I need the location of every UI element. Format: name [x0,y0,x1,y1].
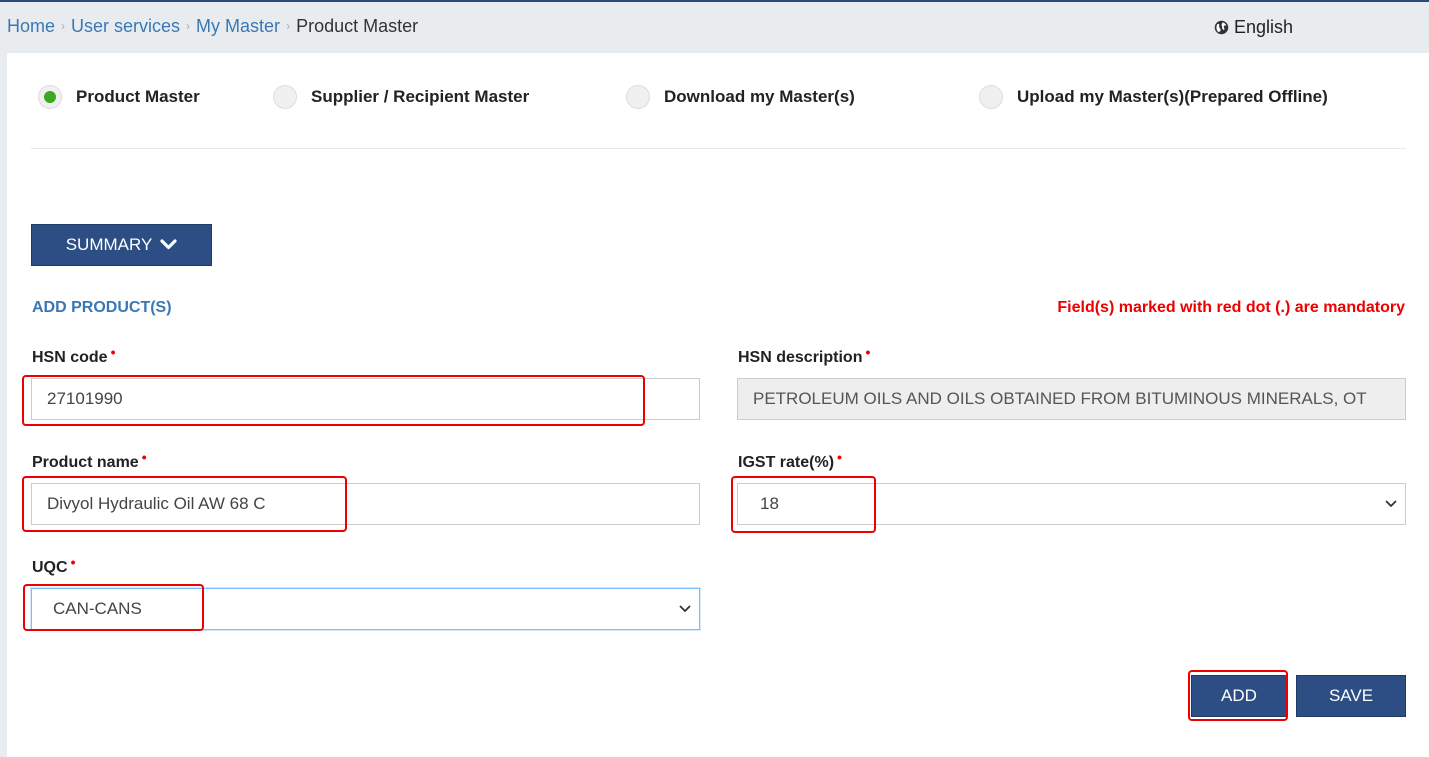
language-label: English [1234,17,1294,37]
breadcrumb-separator-icon: › [61,19,66,33]
product-name-label: Product name • [32,449,147,472]
radio-product-master[interactable]: Product Master [38,84,200,110]
radio-supplier-recipient-master[interactable]: Supplier / Recipient Master [273,84,529,110]
top-accent-line [0,0,1429,2]
breadcrumb: Home › User services › My Master › Product Mas… [7,16,418,37]
igst-rate-select[interactable]: 18 [737,483,1406,525]
hsn-description-label: HSN description • [738,344,870,367]
product-name-label-text: Product name [32,454,139,471]
radio-dot [44,91,56,103]
radio-label: Product Master [76,87,200,106]
radio-download-master[interactable]: Download my Master(s) [626,84,855,110]
uqc-label-text: UQC [32,559,68,576]
globe-icon [1214,20,1229,35]
summary-button-label: SUMMARY [65,235,153,254]
hsn-description-value: PETROLEUM OILS AND OILS OBTAINED FROM BI… [753,389,1367,408]
hsn-description-input: PETROLEUM OILS AND OILS OBTAINED FROM BI… [737,378,1406,420]
radio-upload-master[interactable]: Upload my Master(s)(Prepared Offline) [979,84,1328,110]
mandatory-note: Field(s) marked with red dot (.) are man… [1057,299,1405,316]
product-name-input[interactable]: Divyol Hydraulic Oil AW 68 C [31,483,700,525]
uqc-label: UQC • [32,554,75,577]
chevron-down-icon [1385,500,1397,507]
section-title: ADD PRODUCT(S) [32,299,172,316]
save-button[interactable]: SAVE [1296,675,1406,717]
summary-button[interactable]: SUMMARY [31,224,212,266]
igst-rate-value: 18 [760,494,779,513]
hsn-description-label-text: HSN description [738,349,863,366]
required-dot: • [141,449,147,465]
left-edge [0,53,7,757]
chevron-down-icon [679,605,691,612]
required-dot: • [865,344,871,360]
radio-label: Download my Master(s) [664,87,855,106]
chevron-down-icon [160,239,177,250]
igst-rate-label: IGST rate(%) • [738,449,842,472]
breadcrumb-user-services[interactable]: User services [71,16,180,36]
breadcrumb-my-master[interactable]: My Master [196,16,280,36]
uqc-value: CAN-CANS [53,599,142,618]
radio-circle[interactable] [273,85,297,109]
language-selector[interactable]: English [1214,17,1293,38]
divider [31,148,1406,149]
breadcrumb-current: Product Master [296,16,419,36]
radio-circle-checked[interactable] [38,85,62,109]
radio-circle[interactable] [626,85,650,109]
breadcrumb-separator-icon: › [286,19,291,33]
breadcrumb-separator-icon: › [186,19,191,33]
add-button-label: ADD [1221,686,1257,705]
required-dot: • [110,344,116,360]
required-dot: • [70,554,76,570]
add-button[interactable]: ADD [1191,675,1287,717]
hsn-code-input[interactable]: 27101990 [31,378,700,420]
save-button-label: SAVE [1328,686,1374,705]
uqc-select[interactable]: CAN-CANS [31,588,700,630]
igst-rate-label-text: IGST rate(%) [738,454,835,471]
radio-circle[interactable] [979,85,1003,109]
product-name-value: Divyol Hydraulic Oil AW 68 C [47,494,266,513]
radio-label: Supplier / Recipient Master [311,87,530,106]
radio-label: Upload my Master(s)(Prepared Offline) [1017,87,1328,106]
breadcrumb-home[interactable]: Home [7,16,55,36]
hsn-code-value: 27101990 [47,389,123,408]
hsn-code-label-text: HSN code [32,349,108,366]
required-dot: • [837,449,842,465]
hsn-code-label: HSN code • [32,344,115,367]
